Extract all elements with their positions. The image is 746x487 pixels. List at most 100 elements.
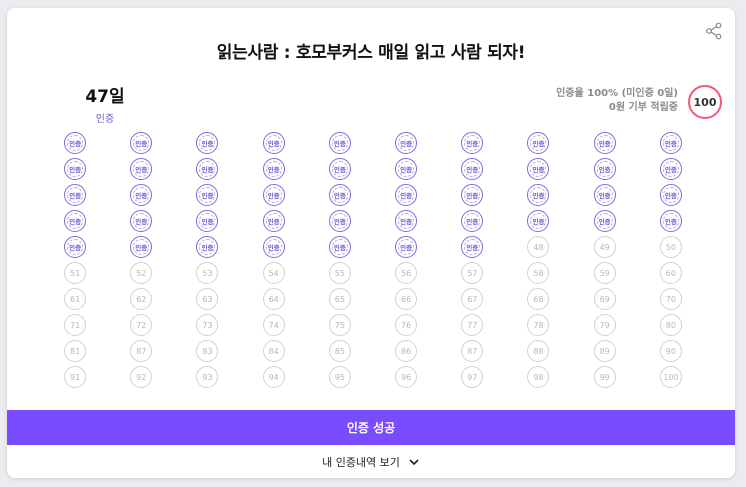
verify-success-button[interactable]: 인증 성공 xyxy=(7,410,735,445)
verified-stamp: 인증 xyxy=(461,132,484,154)
day-number: 96 xyxy=(395,366,418,388)
day-cell: 인증 xyxy=(373,132,439,154)
verified-stamp: 인증 xyxy=(196,210,219,232)
day-cell: 73 xyxy=(174,314,240,336)
day-number: 67 xyxy=(461,288,484,310)
challenge-card: 읽는사람 : 호모부커스 매일 읽고 사람 되자! 47일 인증 인증율 100… xyxy=(7,8,735,478)
day-number: 75 xyxy=(328,314,351,336)
day-cell: 89 xyxy=(572,340,638,362)
day-cell: 85 xyxy=(307,340,373,362)
day-number: 52 xyxy=(130,262,153,284)
day-cell: 61 xyxy=(42,288,108,310)
verified-stamp: 인증 xyxy=(527,132,550,154)
day-cell: 77 xyxy=(439,314,505,336)
day-cell: 인증 xyxy=(108,210,174,232)
day-cell: 59 xyxy=(572,262,638,284)
days-count: 47일 xyxy=(85,87,125,107)
verified-stamp: 인증 xyxy=(527,210,550,232)
verified-stamp: 인증 xyxy=(461,158,484,180)
day-cell: 58 xyxy=(505,262,571,284)
day-cell: 91 xyxy=(42,366,108,388)
day-cell: 인증 xyxy=(241,236,307,258)
day-number: 58 xyxy=(527,262,550,284)
verified-stamp: 인증 xyxy=(593,132,616,154)
day-number: 73 xyxy=(196,314,219,336)
history-toggle[interactable]: 내 인증내역 보기 xyxy=(7,445,735,478)
verified-stamp: 인증 xyxy=(593,184,616,206)
day-number: 57 xyxy=(461,262,484,284)
day-cell: 인증 xyxy=(439,210,505,232)
verified-stamp: 인증 xyxy=(196,132,219,154)
day-number: 94 xyxy=(262,366,285,388)
day-cell: 98 xyxy=(505,366,571,388)
verified-stamp: 인증 xyxy=(328,236,351,258)
day-cell: 인증 xyxy=(108,184,174,206)
days-summary: 47일 인증 xyxy=(75,82,135,125)
day-cell: 인증 xyxy=(241,210,307,232)
day-number: 54 xyxy=(262,262,285,284)
day-cell: 80 xyxy=(638,314,704,336)
day-number: 72 xyxy=(130,314,153,336)
day-number: 87 xyxy=(461,340,484,362)
day-number: 78 xyxy=(527,314,550,336)
day-number: 70 xyxy=(659,288,682,310)
day-number: 68 xyxy=(527,288,550,310)
day-cell: 70 xyxy=(638,288,704,310)
day-number: 49 xyxy=(593,236,616,258)
day-cell: 인증 xyxy=(307,210,373,232)
day-cell: 96 xyxy=(373,366,439,388)
day-number: 59 xyxy=(593,262,616,284)
verified-stamp: 인증 xyxy=(395,184,418,206)
day-cell: 인증 xyxy=(42,132,108,154)
donation-text: 0원 기부 적립중 xyxy=(608,102,678,113)
day-cell: 인증 xyxy=(373,184,439,206)
day-cell: 인증 xyxy=(572,184,638,206)
day-number: 65 xyxy=(328,288,351,310)
day-cell: 인증 xyxy=(505,132,571,154)
verified-stamp: 인증 xyxy=(527,184,550,206)
day-number: 71 xyxy=(64,314,87,336)
day-cell: 인증 xyxy=(439,132,505,154)
day-cell: 94 xyxy=(241,366,307,388)
verified-stamp: 인증 xyxy=(395,236,418,258)
day-cell: 57 xyxy=(439,262,505,284)
day-number: 79 xyxy=(593,314,616,336)
verified-stamp: 인증 xyxy=(64,158,87,180)
verified-stamp: 인증 xyxy=(64,236,87,258)
day-cell: 68 xyxy=(505,288,571,310)
day-number: 99 xyxy=(593,366,616,388)
day-cell: 인증 xyxy=(307,158,373,180)
day-number: 97 xyxy=(461,366,484,388)
day-cell: 72 xyxy=(108,314,174,336)
day-cell: 74 xyxy=(241,314,307,336)
rate-text: 인증율 100% (미인증 0일) xyxy=(556,88,678,99)
verified-stamp: 인증 xyxy=(130,210,153,232)
day-number: 63 xyxy=(196,288,219,310)
verified-stamp: 인증 xyxy=(593,158,616,180)
day-number: 56 xyxy=(395,262,418,284)
days-label: 인증 xyxy=(95,114,115,125)
day-cell: 53 xyxy=(174,262,240,284)
day-cell: 55 xyxy=(307,262,373,284)
day-cell: 인증 xyxy=(373,158,439,180)
day-cell: 인증 xyxy=(42,236,108,258)
day-cell: 95 xyxy=(307,366,373,388)
day-cell: 인증 xyxy=(439,236,505,258)
verified-stamp: 인증 xyxy=(130,158,153,180)
day-cell: 인증 xyxy=(505,184,571,206)
day-cell: 69 xyxy=(572,288,638,310)
day-cell: 인증 xyxy=(572,132,638,154)
day-cell: 인증 xyxy=(241,184,307,206)
stamp-grid: 인증 인증 인증 인증 인증 인증 인증 인증 인증 인증 인증 인증 인증 인증 인증 인증 인증 인증 인증 인증… xyxy=(42,132,704,388)
day-cell: 인증 xyxy=(638,158,704,180)
day-number: 88 xyxy=(527,340,550,362)
verified-stamp: 인증 xyxy=(659,132,682,154)
day-cell: 87 xyxy=(108,340,174,362)
day-cell: 51 xyxy=(42,262,108,284)
verified-stamp: 인증 xyxy=(328,132,351,154)
day-cell: 71 xyxy=(42,314,108,336)
day-cell: 인증 xyxy=(174,158,240,180)
verified-stamp: 인증 xyxy=(64,184,87,206)
day-number: 95 xyxy=(328,366,351,388)
verified-stamp: 인증 xyxy=(262,184,285,206)
